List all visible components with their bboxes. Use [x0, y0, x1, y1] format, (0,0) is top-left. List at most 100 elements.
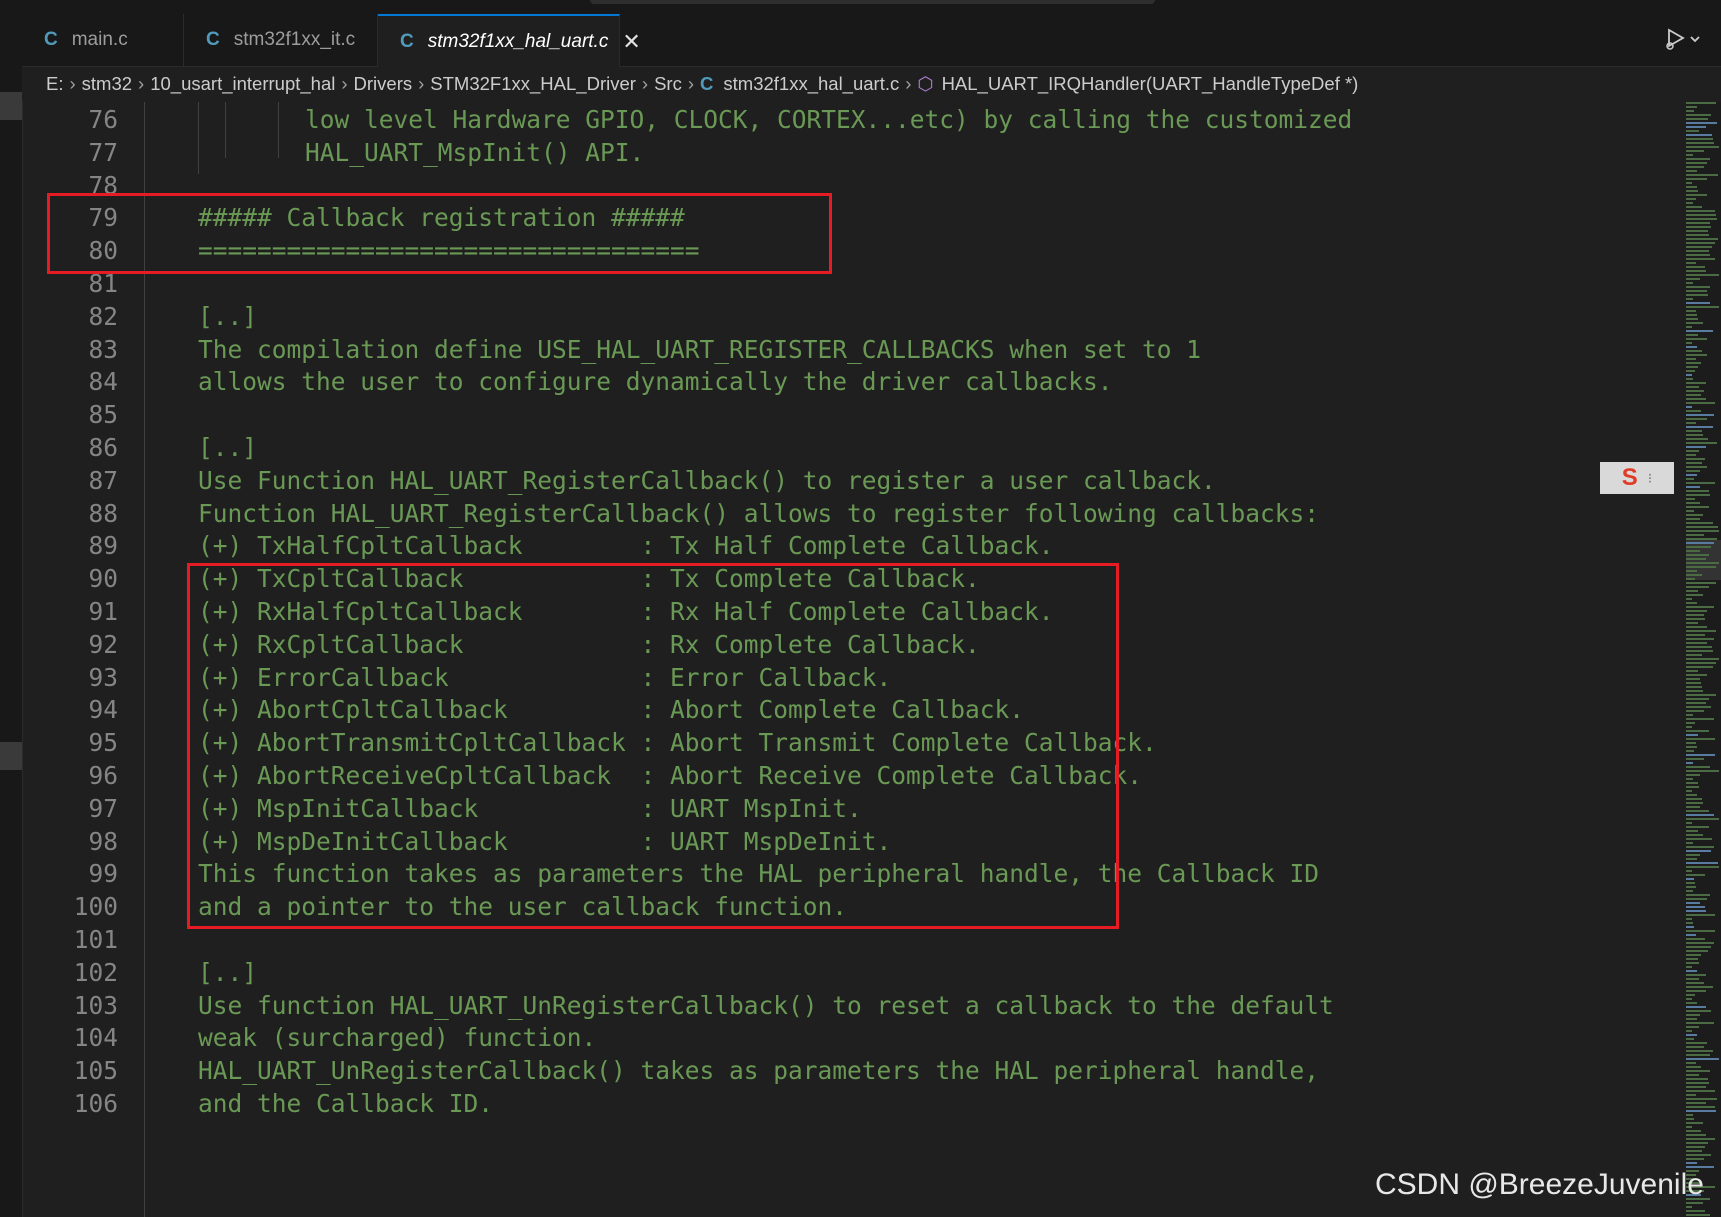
command-center[interactable] [590, 0, 1155, 4]
code-line: 106 and the Callback ID. [22, 1086, 1686, 1122]
minimap-row [1686, 826, 1709, 828]
indent-guide [144, 102, 145, 1217]
c-file-icon: C [400, 30, 414, 52]
minimap-row [1686, 474, 1697, 476]
minimap-row [1686, 974, 1706, 976]
minimap-row [1686, 682, 1701, 684]
minimap-row [1686, 234, 1709, 236]
minimap-row [1686, 934, 1696, 936]
minimap-row [1686, 1014, 1700, 1016]
minimap-row [1686, 918, 1692, 920]
code-editor[interactable]: 76 low level Hardware GPIO, CLOCK, CORTEX… [22, 102, 1686, 1217]
minimap-row [1686, 574, 1702, 576]
minimap-row [1686, 890, 1693, 892]
minimap-row [1686, 250, 1709, 252]
minimap-row [1686, 410, 1701, 412]
minimap-row [1686, 274, 1719, 276]
minimap-row [1686, 798, 1702, 800]
tab-main-c[interactable]: C main.c [22, 14, 184, 66]
minimap-row [1686, 110, 1694, 112]
line-number: 92 [88, 629, 118, 659]
minimap-row [1686, 718, 1714, 720]
line-number: 82 [88, 301, 118, 331]
tab-label: main.c [71, 29, 128, 50]
breadcrumb-item[interactable]: 10_usart_interrupt_hal [150, 73, 335, 95]
minimap-row [1686, 950, 1708, 952]
line-number: 104 [73, 1023, 118, 1053]
minimap-row [1686, 906, 1705, 908]
minimap-row [1686, 254, 1710, 256]
minimap-row [1686, 878, 1694, 880]
minimap-row [1686, 158, 1710, 160]
code-line: 81 [22, 266, 1686, 302]
breadcrumb-item[interactable]: stm32 [82, 73, 132, 95]
code-line: 88 Function HAL_UART_RegisterCallback() a… [22, 496, 1686, 532]
code-line: 93 (+) ErrorCallback : Error Callback. [22, 660, 1686, 696]
tab-stm32f1xx-hal-uart-c[interactable]: C stm32f1xx_hal_uart.c ✕ [378, 14, 641, 67]
breadcrumb-item[interactable]: Drivers [354, 73, 413, 95]
minimap-row [1686, 1122, 1703, 1124]
minimap-row [1686, 242, 1715, 244]
breadcrumb-item[interactable]: stm32f1xx_hal_uart.c [723, 73, 899, 95]
extension-widget[interactable]: S ⁝ [1600, 462, 1674, 494]
minimap-row [1686, 182, 1692, 184]
minimap-row [1686, 902, 1700, 904]
minimap-row [1686, 874, 1705, 876]
breadcrumb-item[interactable]: E: [46, 73, 63, 95]
minimap-row [1686, 822, 1692, 824]
minimap-row [1686, 326, 1692, 328]
minimap-row [1686, 1018, 1697, 1020]
code-line: 97 (+) MspInitCallback : UART MspInit. [22, 791, 1686, 827]
minimap-row [1686, 178, 1707, 180]
breadcrumb-item[interactable]: HAL_UART_IRQHandler(UART_HandleTypeDef *… [942, 73, 1359, 95]
minimap-row [1686, 206, 1702, 208]
minimap-row [1686, 842, 1693, 844]
minimap-row [1686, 222, 1710, 224]
watermark: CSDN @BreezeJuvenile [1375, 1168, 1704, 1201]
minimap-row [1686, 238, 1718, 240]
line-text: (+) MspDeInitCallback : UART MspDeInit. [198, 826, 892, 856]
minimap-row [1686, 994, 1695, 996]
minimap-row [1686, 266, 1705, 268]
minimap-row [1686, 966, 1692, 968]
sogou-s-icon: S [1621, 464, 1638, 491]
line-text: Function HAL_UART_RegisterCallback() all… [198, 498, 1320, 528]
minimap-row [1686, 434, 1703, 436]
minimap-row [1686, 686, 1702, 688]
run-debug-icon[interactable] [1663, 26, 1703, 54]
minimap-row [1686, 322, 1703, 324]
code-line: 98 (+) MspDeInitCallback : UART MspDeInit… [22, 824, 1686, 860]
line-number: 86 [88, 433, 118, 462]
minimap[interactable] [1686, 102, 1721, 1217]
tab-stm32f1xx-it-c[interactable]: C stm32f1xx_it.c [184, 14, 378, 66]
code-line: 90 (+) TxCpltCallback : Tx Complete Callb… [22, 561, 1686, 597]
minimap-row [1686, 402, 1715, 404]
code-line: 76 low level Hardware GPIO, CLOCK, CORTEX… [22, 102, 1686, 138]
minimap-row [1686, 1066, 1701, 1068]
minimap-row [1686, 958, 1698, 960]
minimap-row [1686, 290, 1707, 292]
minimap-row [1686, 766, 1710, 768]
minimap-row [1686, 866, 1719, 868]
code-line: 86 [..] [22, 430, 1686, 466]
minimap-row [1686, 142, 1714, 144]
minimap-row [1686, 674, 1707, 676]
minimap-row [1686, 954, 1701, 956]
minimap-row [1686, 130, 1699, 132]
minimap-row [1686, 630, 1716, 632]
minimap-row [1686, 114, 1711, 116]
line-number: 88 [88, 498, 118, 528]
minimap-row [1686, 126, 1706, 128]
minimap-row [1686, 226, 1711, 228]
minimap-row [1686, 1110, 1716, 1112]
breadcrumb-item[interactable]: STM32F1xx_HAL_Driver [430, 73, 636, 95]
minimap-row [1686, 554, 1709, 556]
code-line: 89 (+) TxHalfCpltCallback : Tx Half Compl… [22, 528, 1686, 564]
minimap-row [1686, 506, 1709, 508]
close-icon[interactable]: ✕ [622, 29, 640, 55]
breadcrumb-item[interactable]: Src [654, 73, 682, 95]
code-line: 83 The compilation define USE_HAL_UART_RE… [22, 332, 1686, 368]
minimap-row [1686, 1158, 1704, 1160]
toolbar-grip-icon: ⁝ [1647, 469, 1653, 486]
tab-bar: C main.c C stm32f1xx_it.c C stm32f1xx_ha… [22, 14, 1721, 67]
